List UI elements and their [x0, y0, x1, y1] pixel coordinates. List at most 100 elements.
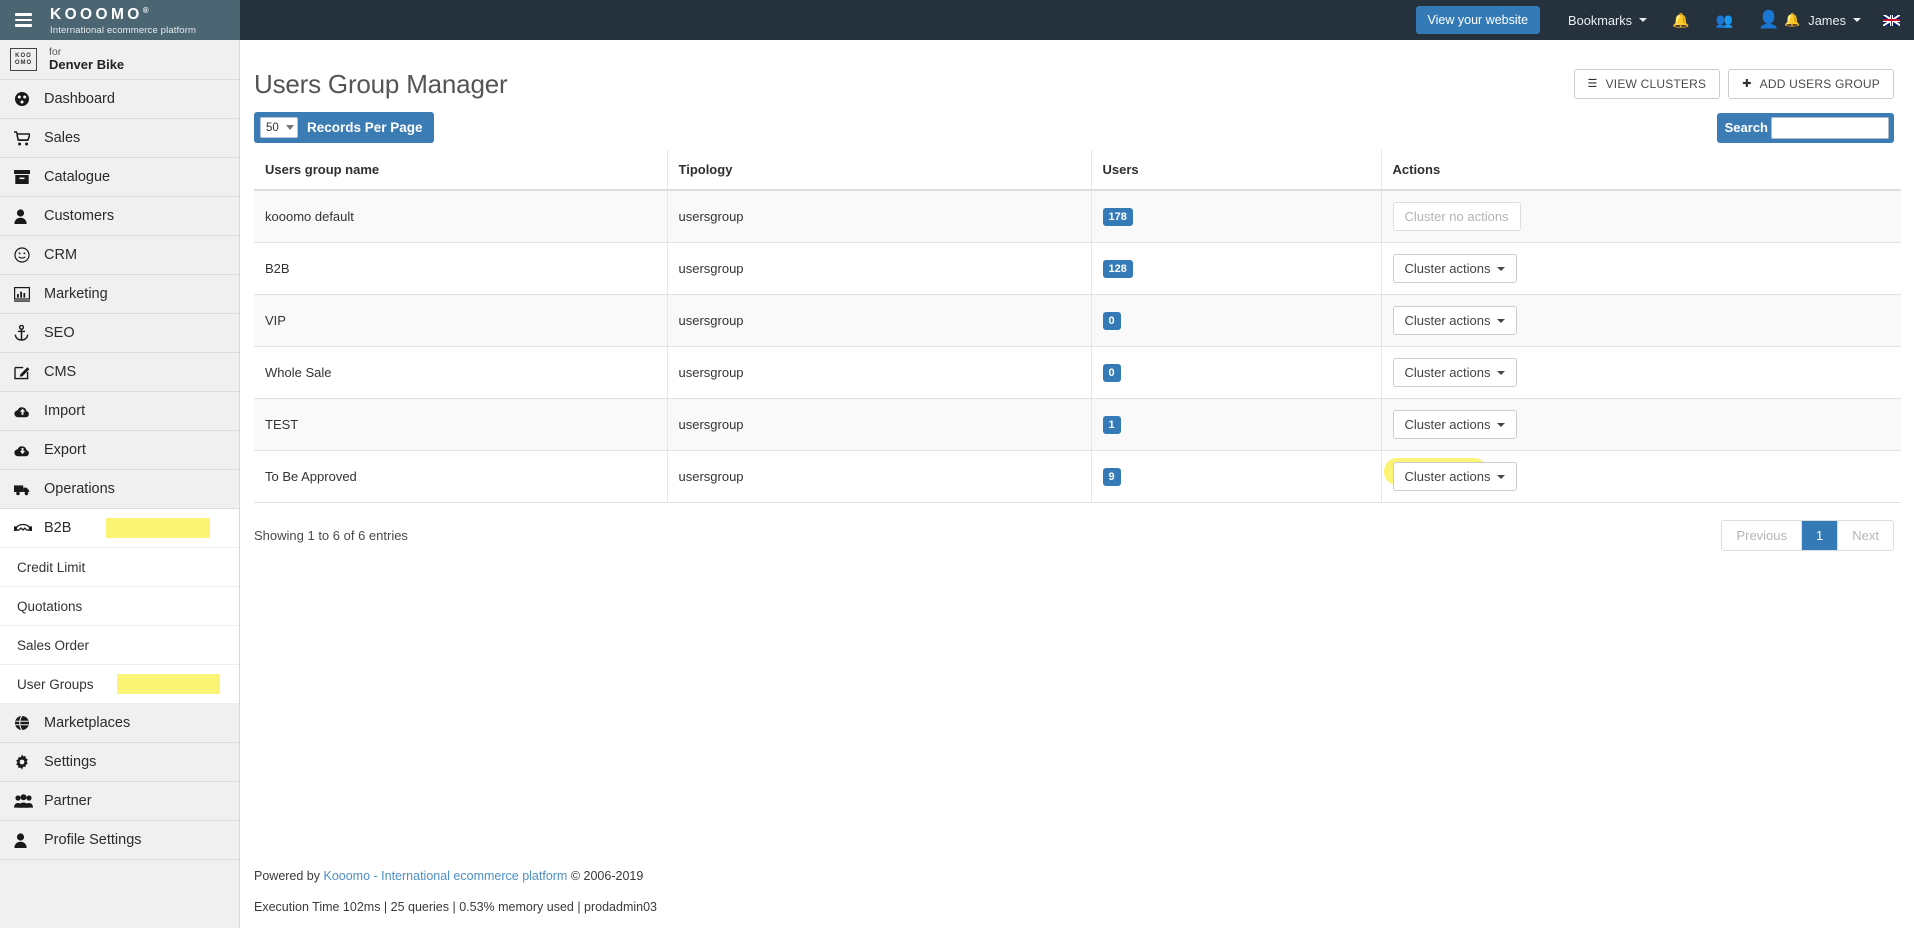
footer-kooomo-link[interactable]: Kooomo - International ecommerce platfor… — [323, 869, 567, 883]
sidebar-subitem-credit-limit[interactable]: Credit Limit — [0, 548, 239, 587]
pagination-next[interactable]: Next — [1838, 520, 1893, 550]
sidebar-subitem-sales-order[interactable]: Sales Order — [0, 626, 239, 665]
column-header-users[interactable]: Users — [1091, 150, 1382, 191]
person-icon — [14, 832, 44, 848]
dashboard-icon — [14, 91, 44, 107]
search-label: Search — [1724, 120, 1768, 135]
sidebar-item-label: CMS — [44, 364, 77, 380]
uk-flag-icon[interactable] — [1883, 14, 1900, 26]
cell-group-name: To Be Approved — [254, 450, 668, 503]
sidebar-item-marketing[interactable]: Marketing — [0, 275, 239, 314]
sidebar-item-settings[interactable]: Settings — [0, 743, 239, 782]
gear-icon — [14, 754, 44, 770]
sidebar-item-crm[interactable]: CRM — [0, 236, 239, 275]
brand-tagline: International ecommerce platform — [50, 24, 197, 36]
sidebar-item-label: Partner — [44, 793, 92, 809]
sidebar-item-label: Profile Settings — [44, 832, 142, 848]
table-body: kooomo default usersgroup 178 Cluster no… — [254, 190, 1901, 503]
sidebar: KOO OMO for Denver Bike Dashboard Sales … — [0, 40, 240, 928]
sidebar-item-b2b[interactable]: B2B — [0, 509, 239, 548]
sidebar-item-profile-settings[interactable]: Profile Settings — [0, 821, 239, 860]
search-input[interactable] — [1771, 116, 1889, 139]
sidebar-item-label: Marketing — [44, 286, 108, 302]
column-header-users-group-name[interactable]: Users group name — [254, 150, 668, 191]
sidebar-item-operations[interactable]: Operations — [0, 470, 239, 509]
cell-users: 1 — [1091, 398, 1382, 451]
chevron-down-icon — [286, 125, 294, 130]
sidebar-item-partner[interactable]: Partner — [0, 782, 239, 821]
column-header-actions: Actions — [1381, 150, 1901, 191]
cluster-action-label: Cluster actions — [1404, 261, 1491, 276]
cluster-actions-button[interactable]: Cluster actions — [1392, 358, 1518, 387]
users-group-icon[interactable]: 👥 — [1703, 0, 1746, 40]
people-icon — [14, 794, 44, 808]
add-users-group-button[interactable]: ✚ ADD USERS GROUP — [1728, 68, 1894, 99]
page-header-actions: ☰ VIEW CLUSTERS ✚ ADD USERS GROUP — [1573, 68, 1894, 99]
top-nav-right-group: View your website Bookmarks 🔔 👥 👤 🔔 Jame… — [1415, 0, 1914, 40]
page-title: Users Group Manager — [254, 68, 508, 99]
cell-actions: Cluster actions — [1381, 294, 1901, 347]
cluster-actions-button[interactable]: Cluster actions — [1392, 410, 1518, 439]
page-header: Users Group Manager ☰ VIEW CLUSTERS ✚ AD… — [241, 40, 1914, 102]
registered-mark: ® — [142, 6, 149, 16]
sidebar-item-label: CRM — [44, 247, 78, 263]
users-count-badge: 0 — [1102, 311, 1121, 330]
cluster-action-label: Cluster actions — [1404, 469, 1491, 484]
sidebar-subitem-user-groups[interactable]: User Groups — [0, 665, 239, 704]
user-menu[interactable]: 👤 🔔 James — [1746, 0, 1873, 40]
view-your-website-button[interactable]: View your website — [1415, 6, 1541, 34]
search-control: Search — [1716, 112, 1894, 143]
brand-block: KOOOMO® International ecommerce platform — [0, 0, 240, 40]
column-header-tipology[interactable]: Tipology — [667, 150, 1092, 191]
records-per-page-select[interactable]: 50 — [260, 117, 298, 138]
bar-chart-icon — [14, 286, 44, 302]
sidebar-item-label: Dashboard — [44, 91, 115, 107]
cell-tipology: usersgroup — [667, 346, 1092, 399]
view-clusters-button[interactable]: ☰ VIEW CLUSTERS — [1573, 68, 1721, 99]
records-per-page-control[interactable]: 50 Records Per Page — [254, 112, 434, 143]
sidebar-item-import[interactable]: Import — [0, 392, 239, 431]
cluster-actions-button[interactable]: Cluster actions — [1392, 462, 1518, 491]
cluster-actions-button[interactable]: Cluster actions — [1392, 254, 1518, 283]
sidebar-item-sales[interactable]: Sales — [0, 119, 239, 158]
cell-tipology: usersgroup — [667, 242, 1092, 295]
highlight-marker-b2b — [106, 518, 210, 538]
sidebar-item-catalogue[interactable]: Catalogue — [0, 158, 239, 197]
sidebar-item-label: Catalogue — [44, 169, 111, 185]
chevron-down-icon — [1639, 18, 1648, 22]
sidebar-item-seo[interactable]: SEO — [0, 314, 239, 353]
sidebar-item-customers[interactable]: Customers — [0, 197, 239, 236]
sidebar-item-cms[interactable]: CMS — [0, 353, 239, 392]
anchor-icon — [14, 325, 44, 341]
brand-title-text: KOOOMO — [50, 6, 143, 24]
chevron-down-icon — [1497, 318, 1506, 323]
cell-group-name: Whole Sale — [254, 346, 668, 399]
table-header-row: Users group name Tipology Users Actions — [254, 150, 1901, 191]
pagination-previous[interactable]: Previous — [1722, 520, 1803, 550]
cluster-action-label: Cluster actions — [1404, 365, 1491, 380]
globe-icon — [14, 715, 44, 731]
sidebar-item-export[interactable]: Export — [0, 431, 239, 470]
smiley-icon — [14, 247, 44, 263]
sidebar-item-dashboard[interactable]: Dashboard — [0, 80, 239, 119]
tenant-logo-icon: KOO OMO — [10, 48, 37, 71]
records-per-page-label: Records Per Page — [307, 120, 423, 135]
cell-group-name: kooomo default — [254, 190, 668, 243]
hamburger-icon[interactable] — [0, 0, 46, 40]
highlight-marker-user-groups — [117, 674, 220, 694]
brand-title: KOOOMO® — [50, 3, 196, 23]
tenant-header[interactable]: KOO OMO for Denver Bike — [0, 40, 239, 80]
sidebar-subitem-quotations[interactable]: Quotations — [0, 587, 239, 626]
pagination-page-1[interactable]: 1 — [1802, 520, 1839, 550]
users-count-badge: 9 — [1102, 467, 1121, 486]
cloud-upload-icon — [14, 405, 44, 418]
bell-icon[interactable]: 🔔 — [1659, 0, 1702, 40]
truck-icon — [14, 483, 44, 496]
cell-tipology: usersgroup — [667, 294, 1092, 347]
bookmarks-menu[interactable]: Bookmarks — [1556, 0, 1659, 40]
sidebar-item-label: SEO — [44, 325, 75, 341]
cluster-action-label: Cluster actions — [1404, 417, 1491, 432]
cluster-no-actions-button: Cluster no actions — [1392, 202, 1521, 231]
cluster-actions-button[interactable]: Cluster actions — [1392, 306, 1518, 335]
sidebar-item-marketplaces[interactable]: Marketplaces — [0, 704, 239, 743]
